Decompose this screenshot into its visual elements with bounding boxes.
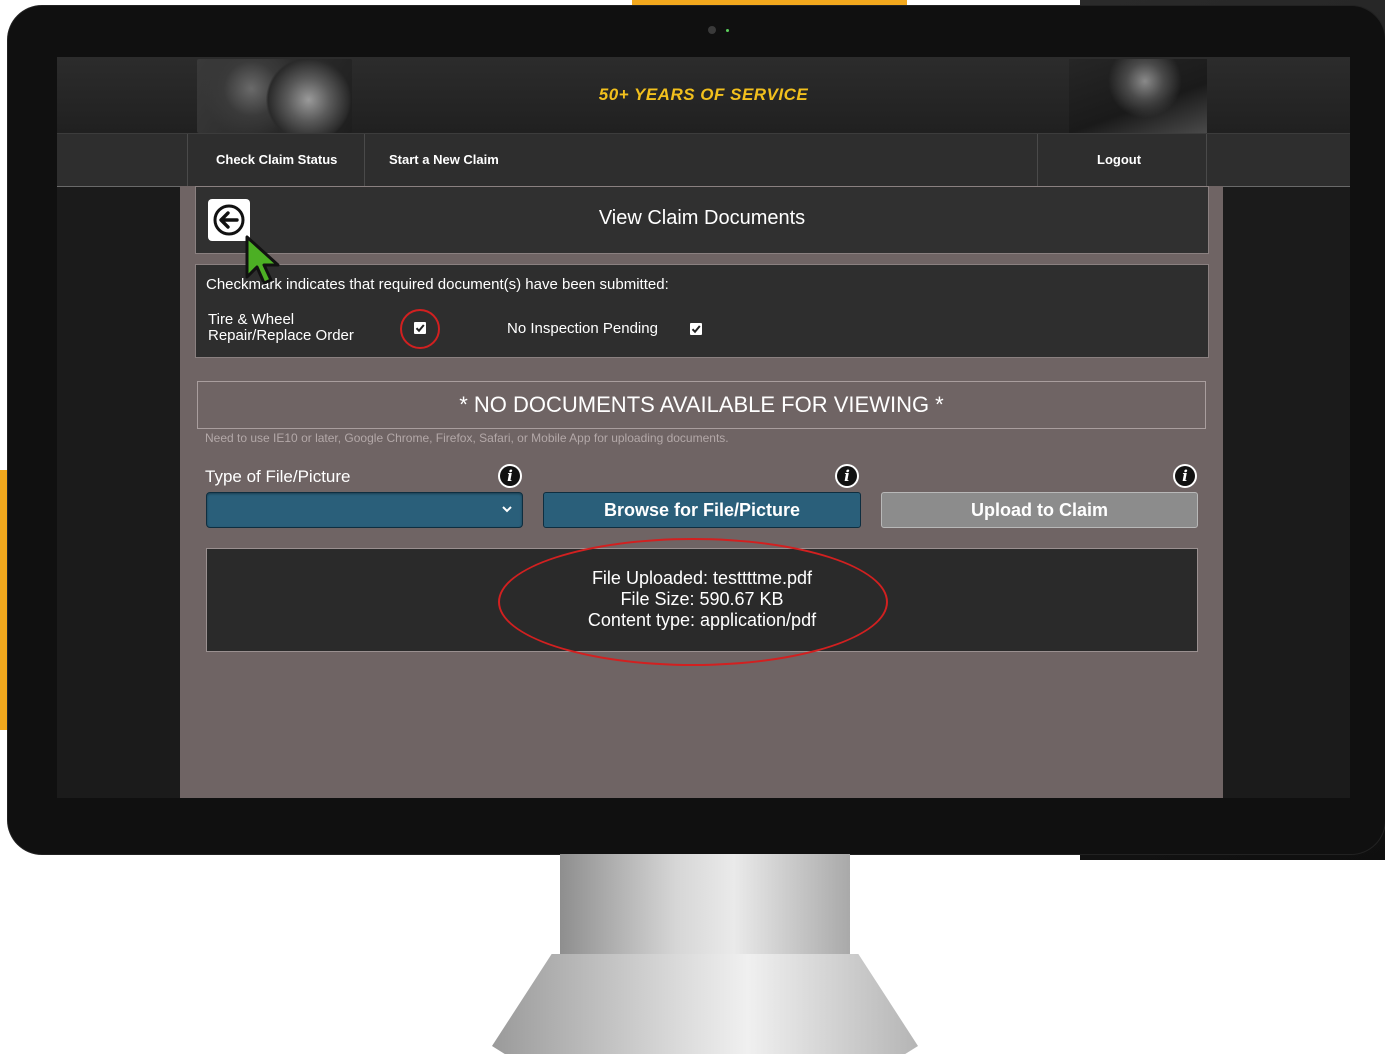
- highlight-ellipse: [498, 538, 888, 666]
- info-icon[interactable]: i: [1173, 464, 1197, 488]
- nav-divider: [187, 134, 188, 186]
- monitor-camera-led: [726, 29, 729, 32]
- monitor-screen: 50+ YEARS OF SERVICE Check Claim Status …: [57, 57, 1350, 798]
- site-header: 50+ YEARS OF SERVICE: [57, 57, 1350, 133]
- no-documents-box: * NO DOCUMENTS AVAILABLE FOR VIEWING *: [197, 381, 1206, 429]
- nav-divider: [364, 134, 365, 186]
- header-tagline: 50+ YEARS OF SERVICE: [598, 85, 809, 104]
- checkmark-icon: [690, 323, 702, 335]
- upload-to-claim-button[interactable]: Upload to Claim: [881, 492, 1198, 528]
- content-panel: View Claim Documents Checkmark indicates…: [180, 186, 1223, 798]
- highlight-circle: [400, 309, 440, 349]
- file-type-select[interactable]: [206, 492, 523, 528]
- page-title: View Claim Documents: [598, 207, 806, 229]
- mouse-pointer-icon: [245, 235, 280, 285]
- main-nav: Check Claim Status Start a New Claim Log…: [57, 133, 1350, 187]
- doc-label-repair-order: Tire & Wheel Repair/Replace Order: [208, 312, 354, 344]
- monitor-stand-base: [492, 954, 918, 1054]
- chevron-down-icon: [502, 506, 512, 513]
- monitor-camera: [708, 26, 716, 34]
- nav-start-new-claim[interactable]: Start a New Claim: [389, 134, 499, 186]
- nav-check-claim-status[interactable]: Check Claim Status: [216, 134, 337, 186]
- title-bar: View Claim Documents: [195, 186, 1209, 254]
- monitor-stand-neck: [560, 854, 850, 954]
- doc-label-inspection: No Inspection Pending: [507, 320, 658, 337]
- file-type-label: Type of File/Picture: [205, 467, 351, 486]
- doc-label-line: Tire & Wheel: [208, 311, 295, 328]
- no-documents-message: * NO DOCUMENTS AVAILABLE FOR VIEWING *: [459, 392, 944, 417]
- nav-divider: [1037, 134, 1038, 186]
- nav-divider: [1206, 134, 1207, 186]
- info-icon[interactable]: i: [498, 464, 522, 488]
- document-status-box: Checkmark indicates that required docume…: [195, 264, 1209, 358]
- info-icon[interactable]: i: [835, 464, 859, 488]
- doc-label-line: Repair/Replace Order: [208, 327, 354, 344]
- browse-file-button[interactable]: Browse for File/Picture: [543, 492, 861, 528]
- nav-logout[interactable]: Logout: [1097, 134, 1141, 186]
- browser-requirements-note: Need to use IE10 or later, Google Chrome…: [205, 431, 729, 445]
